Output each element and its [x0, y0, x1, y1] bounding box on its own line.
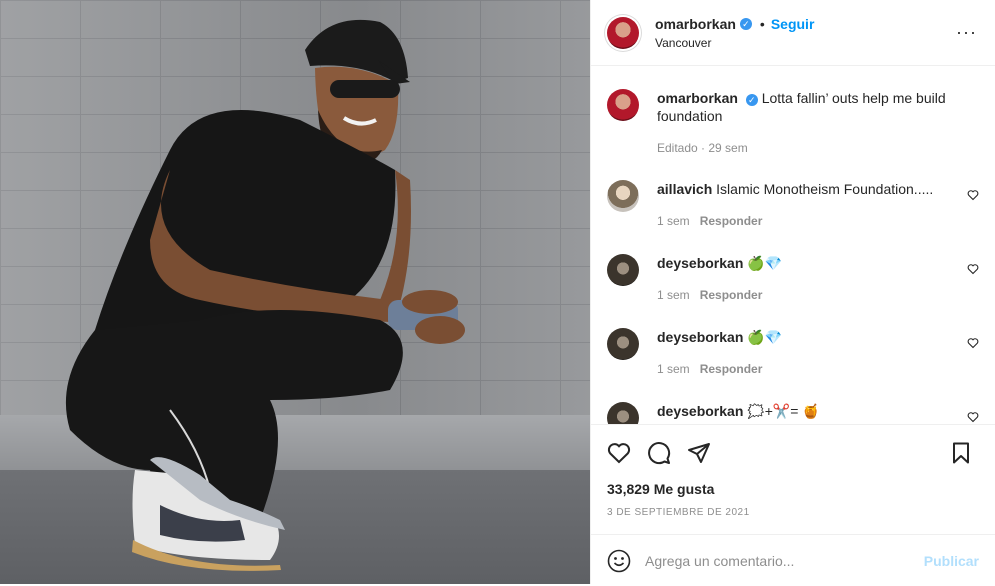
man-crouching-illustration — [65, 19, 465, 571]
comments-list[interactable]: omarborkan ✓ Lotta fallin’ outs help me … — [591, 67, 995, 424]
post-date[interactable]: 3 DE SEPTIEMBRE DE 2021 — [607, 507, 750, 518]
caption-avatar[interactable] — [607, 89, 639, 121]
verified-badge-icon: ✓ — [739, 17, 752, 30]
comment-item: deyseborkan 🍏💎 1 sem Responder — [607, 328, 979, 384]
separator-dot: • — [759, 15, 765, 32]
post-photo[interactable] — [0, 0, 590, 584]
emoji-icon[interactable] — [607, 549, 631, 573]
caption-edited: Editado · 29 sem — [657, 141, 748, 155]
comment-text: 🍏💎 — [747, 329, 783, 345]
verified-badge-icon: ✓ — [745, 94, 758, 106]
comment-username[interactable]: deyseborkan — [657, 329, 743, 345]
commenter-avatar[interactable] — [607, 254, 639, 286]
add-comment-bar: Agrega un comentario... Publicar — [591, 534, 995, 586]
commenter-avatar[interactable] — [607, 402, 639, 424]
post-actions-section: 33,829 Me gusta 3 DE SEPTIEMBRE DE 2021 … — [591, 424, 995, 585]
like-comment-icon[interactable] — [967, 411, 979, 423]
comment-username[interactable]: aillavich — [657, 181, 712, 197]
reply-button[interactable]: Responder — [700, 362, 763, 376]
comment-item: aillavich Islamic Monotheism Foundation.… — [607, 180, 979, 236]
comment-item: deyseborkan 🍏💎 1 sem Responder — [607, 254, 979, 310]
comment-username[interactable]: deyseborkan — [657, 403, 743, 419]
like-heart-icon[interactable] — [607, 441, 631, 465]
comment-bubble-icon[interactable] — [647, 441, 671, 465]
like-comment-icon[interactable] — [967, 337, 979, 349]
reply-button[interactable]: Responder — [700, 288, 763, 302]
comment-text: Islamic Monotheism Foundation..... — [716, 181, 934, 197]
follow-button[interactable]: Seguir — [771, 16, 815, 32]
comment-time[interactable]: 1 sem — [657, 214, 690, 228]
caption-username[interactable]: omarborkan — [657, 90, 738, 106]
comment-time[interactable]: 1 sem — [657, 288, 690, 302]
like-comment-icon[interactable] — [967, 263, 979, 275]
likes-count[interactable]: 33,829 Me gusta — [607, 481, 714, 497]
publish-button[interactable]: Publicar — [924, 553, 979, 569]
comment-text: 🍏💎 — [747, 255, 783, 271]
post-details-panel: omarborkan ✓ • Seguir Vancouver ··· omar… — [590, 0, 995, 584]
comment-item: deyseborkan 🗯️+✂️= 🍯 — [607, 402, 979, 424]
location-link[interactable]: Vancouver — [655, 36, 814, 50]
comment-username[interactable]: deyseborkan — [657, 255, 743, 271]
post-viewer: omarborkan ✓ • Seguir Vancouver ··· omar… — [0, 0, 995, 584]
comment-time[interactable]: 1 sem — [657, 362, 690, 376]
commenter-avatar[interactable] — [607, 180, 639, 212]
share-send-icon[interactable] — [687, 441, 711, 465]
save-bookmark-icon[interactable] — [949, 441, 973, 465]
author-username[interactable]: omarborkan — [655, 16, 736, 32]
comment-input[interactable]: Agrega un comentario... — [645, 553, 924, 569]
like-comment-icon[interactable] — [967, 189, 979, 201]
post-header: omarborkan ✓ • Seguir Vancouver ··· — [591, 0, 995, 66]
commenter-avatar[interactable] — [607, 328, 639, 360]
author-avatar[interactable] — [607, 16, 639, 49]
reply-button[interactable]: Responder — [700, 214, 763, 228]
caption-item: omarborkan ✓ Lotta fallin’ outs help me … — [607, 89, 979, 159]
comment-text: 🗯️+✂️= 🍯 — [747, 403, 820, 419]
more-options-icon[interactable]: ··· — [956, 22, 977, 43]
